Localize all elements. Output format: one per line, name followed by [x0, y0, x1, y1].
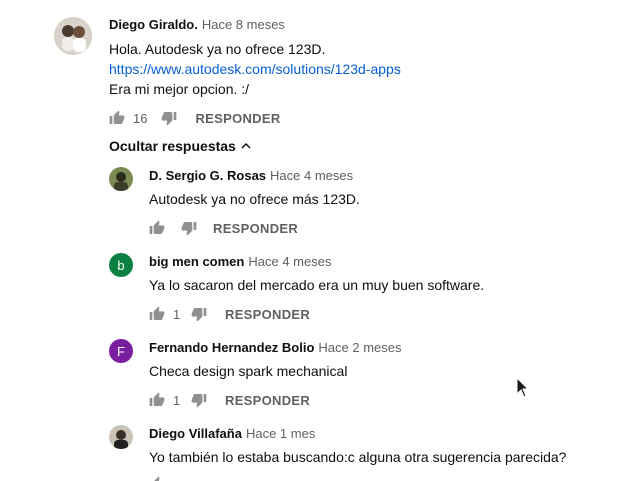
thumb-down-icon[interactable]	[191, 392, 207, 408]
avatar-photo	[109, 425, 133, 449]
avatar-letter: F	[117, 343, 125, 359]
thumb-up-icon[interactable]	[109, 110, 125, 126]
reply-header: Fernando Hernandez Bolio Hace 2 meses	[149, 340, 402, 355]
reply-button[interactable]: RESPONDER	[213, 221, 298, 236]
thumb-down-icon[interactable]	[181, 220, 197, 236]
reply-actions: RESPONDER	[149, 218, 298, 238]
thumb-down-icon[interactable]	[191, 306, 207, 322]
mouse-cursor-icon	[516, 377, 530, 398]
reply-button[interactable]: RESPONDER	[225, 307, 310, 322]
comment-link[interactable]: https://www.autodesk.com/solutions/123d-…	[109, 61, 401, 77]
reply-header: D. Sergio G. Rosas Hace 4 meses	[149, 168, 353, 183]
avatar-photo	[109, 167, 133, 191]
comment-line: Hola. Autodesk ya no ofrece 123D.	[109, 41, 326, 57]
comment-line: Era mi mejor opcion. :/	[109, 81, 250, 97]
author-name[interactable]: Fernando Hernandez Bolio	[149, 340, 314, 355]
reply-header: big men comen Hace 4 meses	[149, 254, 331, 269]
author-name[interactable]: D. Sergio G. Rosas	[149, 168, 266, 183]
reply-text: Yo también lo estaba buscando:c alguna o…	[149, 449, 567, 465]
comment-time[interactable]: Hace 1 mes	[246, 426, 315, 441]
comment-time[interactable]: Hace 8 meses	[202, 17, 285, 32]
hide-replies-button[interactable]: Ocultar respuestas	[109, 138, 252, 154]
like-count: 1	[173, 306, 181, 322]
reply-text: Checa design spark mechanical	[149, 363, 348, 379]
avatar-letter: b	[117, 257, 125, 273]
reply-actions-partial	[149, 476, 165, 481]
avatar[interactable]	[54, 17, 92, 55]
comment-time[interactable]: Hace 4 meses	[270, 168, 353, 183]
avatar[interactable]	[109, 425, 133, 449]
thumb-up-icon[interactable]	[149, 220, 165, 236]
reply-actions: 1 RESPONDER	[149, 390, 310, 410]
avatar-photo	[54, 17, 92, 55]
thumb-up-icon[interactable]	[149, 392, 165, 408]
comment-time[interactable]: Hace 4 meses	[248, 254, 331, 269]
author-name[interactable]: big men comen	[149, 254, 244, 269]
avatar[interactable]	[109, 167, 133, 191]
thumb-up-icon[interactable]	[149, 476, 165, 481]
reply-header: Diego Villafaña Hace 1 mes	[149, 426, 315, 441]
reply-button[interactable]: RESPONDER	[225, 393, 310, 408]
author-name[interactable]: Diego Villafaña	[149, 426, 242, 441]
reply-button[interactable]: RESPONDER	[195, 111, 280, 126]
like-count: 1	[173, 392, 181, 408]
like-count: 16	[133, 110, 148, 126]
comment-header: Diego Giraldo. Hace 8 meses	[109, 17, 285, 32]
reply-actions: 1 RESPONDER	[149, 304, 310, 324]
thumb-down-icon[interactable]	[161, 110, 177, 126]
reply-text: Autodesk ya no ofrece más 123D.	[149, 191, 360, 207]
avatar[interactable]: b	[109, 253, 133, 277]
comment-time[interactable]: Hace 2 meses	[318, 340, 401, 355]
thumb-up-icon[interactable]	[149, 306, 165, 322]
chevron-up-icon	[241, 142, 251, 149]
author-name[interactable]: Diego Giraldo.	[109, 17, 198, 32]
comment-actions: 16 RESPONDER	[109, 108, 281, 128]
reply-text: Ya lo sacaron del mercado era un muy bue…	[149, 277, 485, 293]
hide-replies-label: Ocultar respuestas	[109, 138, 236, 154]
comment-text: Hola. Autodesk ya no ofrece 123D. https:…	[109, 39, 401, 99]
avatar[interactable]: F	[109, 339, 133, 363]
